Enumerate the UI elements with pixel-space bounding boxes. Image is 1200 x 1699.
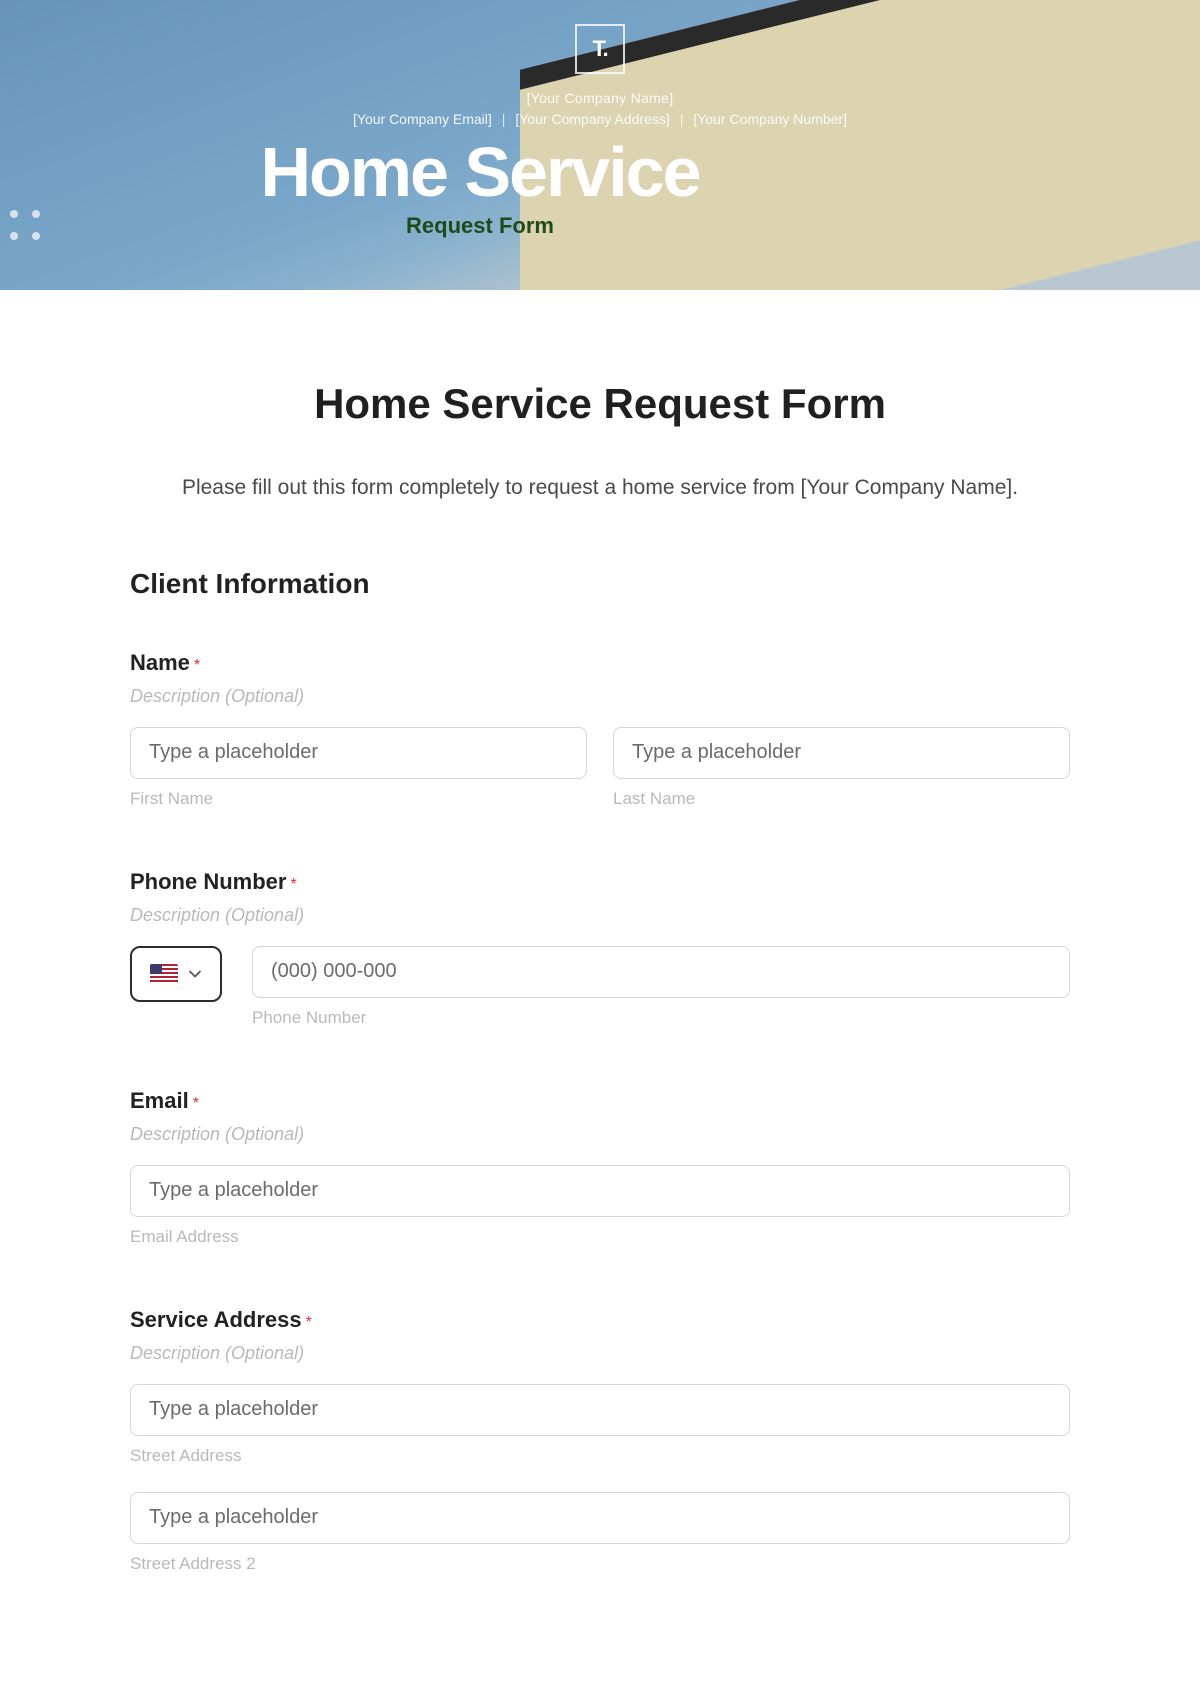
email-input[interactable] — [130, 1165, 1070, 1217]
email-label: Email — [130, 1088, 189, 1113]
first-name-sublabel: First Name — [130, 789, 587, 809]
required-indicator: * — [306, 1314, 312, 1331]
field-service-address: Service Address* Description (Optional) … — [130, 1307, 1070, 1574]
hero-banner: T. [Your Company Name] [Your Company Ema… — [0, 0, 1200, 290]
field-email: Email* Description (Optional) Email Addr… — [130, 1088, 1070, 1247]
country-code-select[interactable] — [130, 946, 222, 1002]
chevron-down-icon — [188, 967, 202, 981]
separator: | — [502, 111, 506, 127]
address-description: Description (Optional) — [130, 1343, 1070, 1364]
page-intro: Please fill out this form completely to … — [130, 468, 1070, 508]
company-contact-row: [Your Company Email] | [Your Company Add… — [0, 111, 1200, 127]
name-label: Name — [130, 650, 190, 675]
phone-input[interactable] — [252, 946, 1070, 998]
required-indicator: * — [194, 657, 200, 674]
company-address: [Your Company Address] — [515, 111, 669, 127]
form-content: Home Service Request Form Please fill ou… — [0, 290, 1200, 1664]
page-title: Home Service Request Form — [130, 380, 1070, 428]
required-indicator: * — [193, 1095, 199, 1112]
us-flag-icon — [150, 964, 178, 984]
last-name-sublabel: Last Name — [613, 789, 1070, 809]
separator: | — [680, 111, 684, 127]
company-email: [Your Company Email] — [353, 111, 492, 127]
required-indicator: * — [290, 876, 296, 893]
email-sublabel: Email Address — [130, 1227, 1070, 1247]
last-name-input[interactable] — [613, 727, 1070, 779]
logo: T. — [575, 24, 625, 74]
name-description: Description (Optional) — [130, 686, 1070, 707]
phone-description: Description (Optional) — [130, 905, 1070, 926]
address-label: Service Address — [130, 1307, 302, 1332]
phone-sublabel: Phone Number — [252, 1008, 1070, 1028]
hero-title: Home Service — [260, 137, 699, 207]
field-name: Name* Description (Optional) First Name … — [130, 650, 1070, 809]
street-address-input[interactable] — [130, 1384, 1070, 1436]
field-phone: Phone Number* Description (Optional) Pho… — [130, 869, 1070, 1028]
phone-label: Phone Number — [130, 869, 286, 894]
street-address-2-input[interactable] — [130, 1492, 1070, 1544]
email-description: Description (Optional) — [130, 1124, 1070, 1145]
street-address-2-sublabel: Street Address 2 — [130, 1554, 1070, 1574]
company-name: [Your Company Name] — [0, 88, 1200, 109]
first-name-input[interactable] — [130, 727, 587, 779]
company-number: [Your Company Number] — [693, 111, 847, 127]
street-address-sublabel: Street Address — [130, 1446, 1070, 1466]
hero-subtitle: Request Form — [0, 213, 1080, 239]
section-client-information: Client Information — [130, 568, 1070, 600]
